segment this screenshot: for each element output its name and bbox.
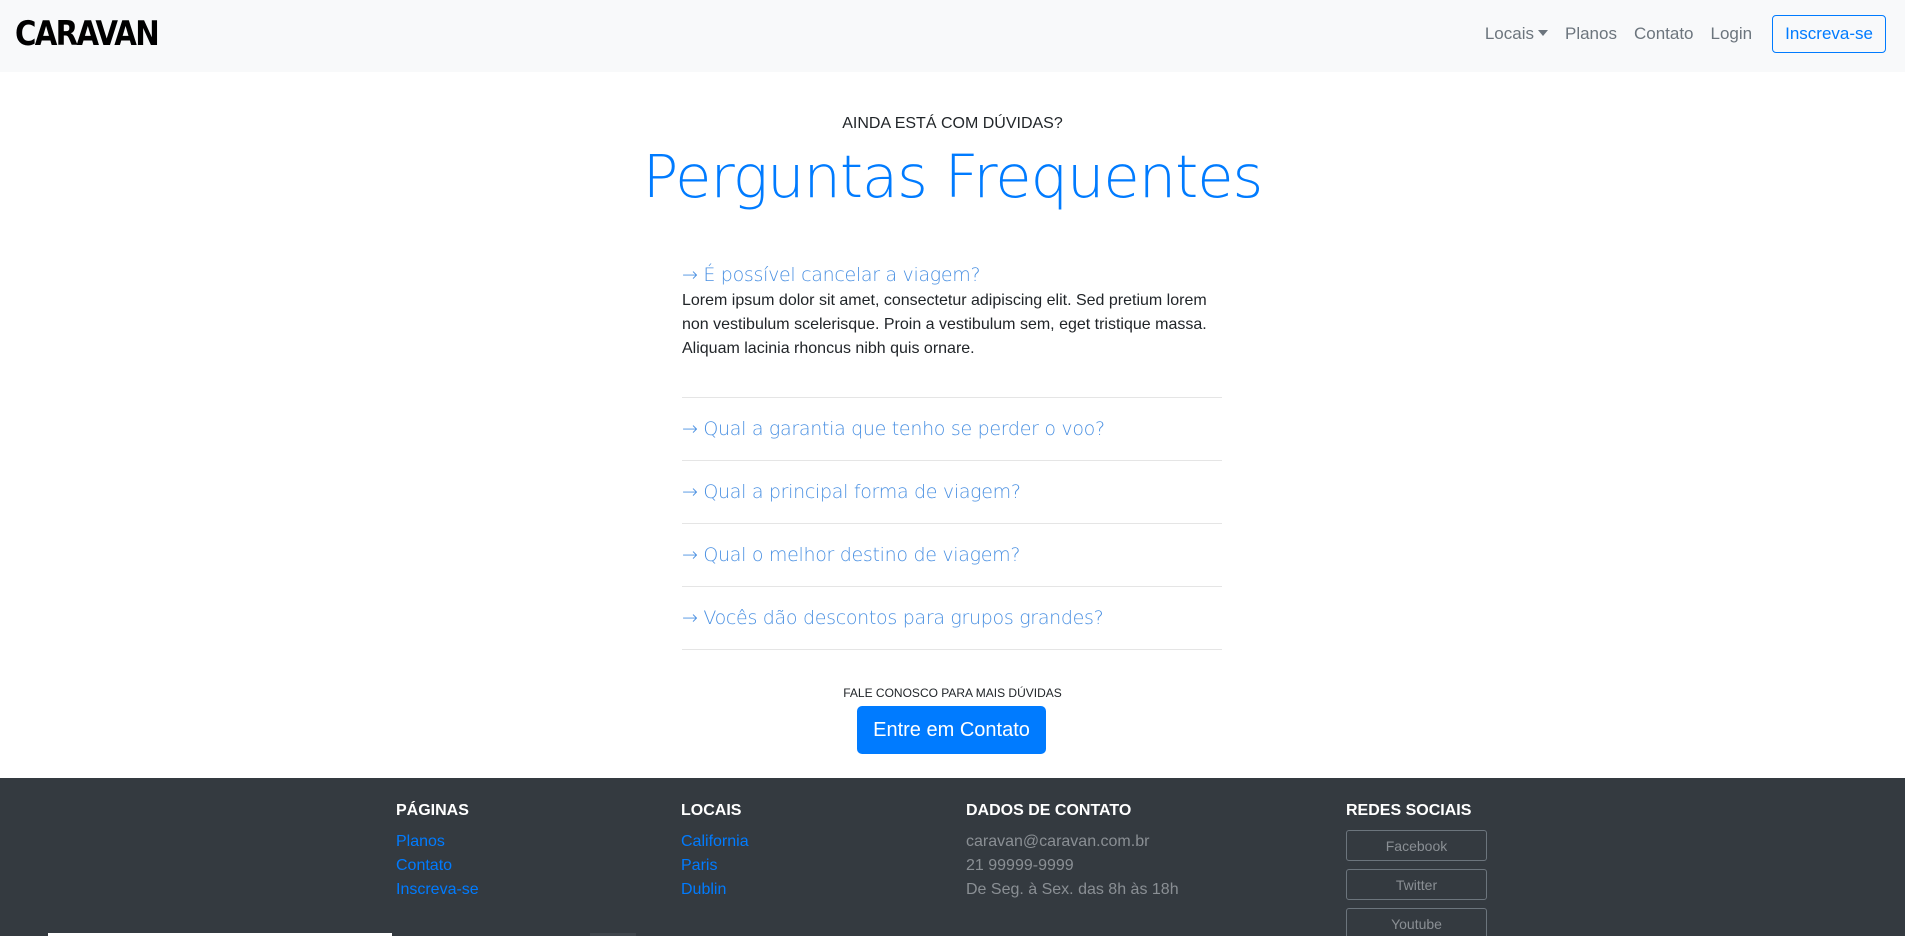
footer-social: REDES SOCIAIS Facebook Twitter Youtube <box>1346 802 1487 936</box>
footer-link-inscreva[interactable]: Inscreva-se <box>396 878 479 902</box>
footer-link-planos[interactable]: Planos <box>396 830 479 854</box>
footer-contact-heading: DADOS DE CONTATO <box>966 802 1132 819</box>
navbar: CARAVAN Locais Planos Contato Login Insc… <box>0 0 1905 72</box>
page-title: Perguntas Frequentes <box>642 142 1264 211</box>
footer-pages: PÁGINAS Planos Contato Inscreva-se <box>396 802 479 902</box>
faq-item: → É possível cancelar a viagem? Lorem ip… <box>682 264 1222 398</box>
brand-logo[interactable]: CARAVAN <box>15 14 160 54</box>
faq-item: → Qual a principal forma de viagem? <box>682 461 1222 524</box>
contact-button[interactable]: Entre em Contato <box>857 706 1046 754</box>
nav-links: Locais Planos Contato Login Inscreva-se <box>1468 15 1886 53</box>
footer-link-dublin[interactable]: Dublin <box>681 878 749 902</box>
faq-question[interactable]: → Qual o melhor destino de viagem? <box>682 544 1222 566</box>
footer-social-heading: REDES SOCIAIS <box>1346 802 1472 819</box>
footer-phone: 21 99999-9999 <box>966 857 1074 874</box>
signup-button[interactable]: Inscreva-se <box>1772 15 1886 53</box>
faq-list: → É possível cancelar a viagem? Lorem ip… <box>682 264 1222 650</box>
footer-contact: DADOS DE CONTATO caravan@caravan.com.br … <box>966 802 1179 902</box>
cta-caption: FALE CONOSCO PARA MAIS DÚVIDAS <box>843 686 1062 700</box>
faq-item: → Vocês dão descontos para grupos grande… <box>682 587 1222 650</box>
footer-link-contato[interactable]: Contato <box>396 854 479 878</box>
footer-email: caravan@caravan.com.br <box>966 833 1150 850</box>
nav-locais-label: Locais <box>1484 24 1534 43</box>
nav-contato-link[interactable]: Contato <box>1634 24 1694 44</box>
youtube-button[interactable]: Youtube <box>1346 908 1487 936</box>
footer-locations-heading: LOCAIS <box>681 802 742 819</box>
faq-item: → Qual o melhor destino de viagem? <box>682 524 1222 587</box>
nav-locais-dropdown[interactable]: Locais <box>1485 24 1548 44</box>
section-eyebrow: AINDA ESTÁ COM DÚVIDAS? <box>842 115 1063 132</box>
faq-question[interactable]: → Vocês dão descontos para grupos grande… <box>682 607 1222 629</box>
faq-question[interactable]: → É possível cancelar a viagem? <box>682 264 1222 286</box>
footer-pages-heading: PÁGINAS <box>396 802 469 819</box>
caret-down-icon <box>1537 30 1548 36</box>
facebook-button[interactable]: Facebook <box>1346 830 1487 861</box>
footer: PÁGINAS Planos Contato Inscreva-se LOCAI… <box>0 778 1905 936</box>
nav-planos-link[interactable]: Planos <box>1565 24 1617 44</box>
faq-question[interactable]: → Qual a garantia que tenho se perder o … <box>682 418 1222 440</box>
footer-link-california[interactable]: California <box>681 830 749 854</box>
twitter-button[interactable]: Twitter <box>1346 869 1487 900</box>
nav-login-link[interactable]: Login <box>1711 24 1753 44</box>
footer-hours: De Seg. à Sex. das 8h às 18h <box>966 881 1179 898</box>
faq-answer: Lorem ipsum dolor sit amet, consectetur … <box>682 292 1207 357</box>
faq-question[interactable]: → Qual a principal forma de viagem? <box>682 481 1222 503</box>
footer-link-paris[interactable]: Paris <box>681 854 749 878</box>
footer-locations: LOCAIS California Paris Dublin <box>681 802 749 902</box>
faq-item: → Qual a garantia que tenho se perder o … <box>682 398 1222 461</box>
